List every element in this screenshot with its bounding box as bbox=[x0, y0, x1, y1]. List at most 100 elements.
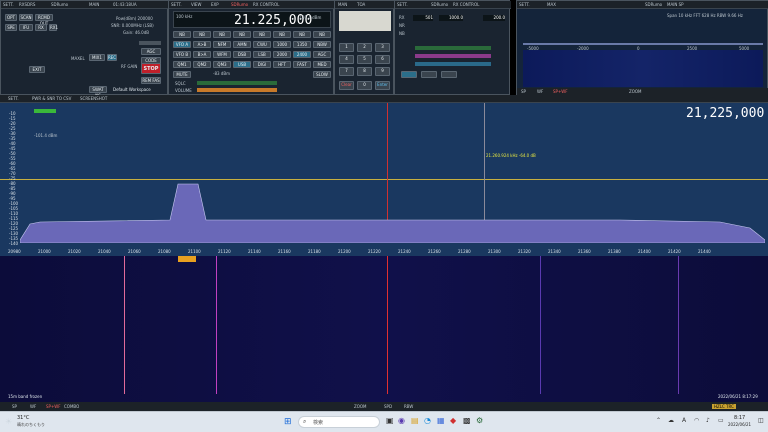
settings-app-icon[interactable]: ⚙ bbox=[476, 416, 483, 425]
nfm-button[interactable]: NFM bbox=[213, 41, 231, 48]
waterfall[interactable]: 15m band frozen 2022/06/21 8:17:29 bbox=[0, 256, 768, 402]
vfo-b-button[interactable]: VFO B bbox=[173, 51, 191, 58]
windows-start-icon[interactable]: ⊞ bbox=[284, 417, 292, 427]
cwu-button[interactable]: CWU bbox=[253, 41, 271, 48]
key-9[interactable]: 9 bbox=[375, 67, 390, 76]
nb-level-slider[interactable] bbox=[415, 54, 491, 58]
exit-button[interactable]: EXIT bbox=[29, 66, 45, 73]
keypad-tab-man[interactable]: MAN bbox=[338, 2, 347, 7]
nb-btn-8[interactable]: NB bbox=[313, 31, 331, 38]
qm1-button[interactable]: QM1 bbox=[173, 61, 191, 68]
qm2-button[interactable]: QM2 bbox=[193, 61, 211, 68]
rx-tab-rxsdrs[interactable]: RXSDRS bbox=[19, 2, 35, 7]
key-1[interactable]: 1 bbox=[339, 43, 354, 52]
hft-button[interactable]: HFT bbox=[273, 61, 291, 68]
mini-btn-wf[interactable]: WF bbox=[537, 89, 543, 94]
main-btn-spwf[interactable]: SP+WF bbox=[46, 404, 61, 409]
nb-btn-5[interactable]: NB bbox=[253, 31, 271, 38]
rx1-button[interactable]: RX1 bbox=[49, 24, 58, 31]
mcafee-icon[interactable]: ◆ bbox=[450, 416, 456, 425]
nb-btn-7[interactable]: NB bbox=[293, 31, 311, 38]
mini-tab-sdruno[interactable]: SDRumo bbox=[645, 2, 662, 7]
task-view-icon[interactable]: ▣ bbox=[386, 416, 394, 425]
rx-tab-main[interactable]: MAIN bbox=[89, 2, 99, 7]
ctl-tab-rx[interactable]: RX CONTROL bbox=[253, 2, 279, 7]
taskbar-search-box[interactable]: ⌕ 検索 bbox=[298, 416, 380, 428]
opt-button[interactable]: OPT bbox=[5, 14, 17, 21]
volume-slider[interactable] bbox=[197, 88, 277, 92]
scan-button[interactable]: SCAN bbox=[19, 14, 33, 21]
speaker-icon[interactable]: ♪ bbox=[706, 417, 710, 424]
key-enter[interactable]: Enter bbox=[375, 81, 390, 90]
rx-tab-sett[interactable]: SETT. bbox=[3, 2, 14, 7]
nb-btn-2[interactable]: NB bbox=[193, 31, 211, 38]
tray-chevron-icon[interactable]: ⌃ bbox=[656, 417, 661, 424]
fx-mode-button-1[interactable] bbox=[401, 71, 417, 78]
dsb-button[interactable]: DSB bbox=[233, 51, 251, 58]
notification-icon[interactable]: ◫ bbox=[758, 417, 764, 424]
ctl-tab-exp[interactable]: EXP bbox=[211, 2, 219, 7]
fx-tab-sett[interactable]: SETT. bbox=[397, 2, 408, 7]
amn-button[interactable]: AMN bbox=[233, 41, 251, 48]
spe-button[interactable]: SPE bbox=[5, 24, 17, 31]
nb-btn-4[interactable]: NB bbox=[233, 31, 251, 38]
main-frequency[interactable]: 21,225,000 bbox=[686, 106, 764, 121]
onedrive-icon[interactable]: ☁ bbox=[668, 417, 674, 424]
ifu-button[interactable]: IFU bbox=[19, 24, 33, 31]
vfo-a-button[interactable]: VFO A bbox=[173, 41, 191, 48]
swat-ns-button[interactable]: SWAT NS bbox=[89, 86, 107, 98]
main-tab-csv[interactable]: PWR & SNR TO CSV bbox=[32, 96, 71, 101]
rf-gain-slider[interactable] bbox=[139, 41, 161, 45]
chat-icon[interactable]: ◉ bbox=[398, 416, 405, 425]
store-icon[interactable]: ▦ bbox=[437, 416, 445, 425]
main-tab-sett[interactable]: SETT. bbox=[8, 96, 19, 101]
ctl-tab-view[interactable]: VIEW bbox=[191, 2, 201, 7]
rx-tab-sdruno[interactable]: SDRumo bbox=[51, 2, 68, 7]
mini-tab-mainsp[interactable]: MAIN SP bbox=[667, 2, 684, 7]
main-btn-combo[interactable]: COMBO bbox=[64, 404, 79, 409]
sdruno-app-icon[interactable]: ▩ bbox=[463, 416, 471, 425]
main-btn-rbw[interactable]: RBW bbox=[404, 404, 413, 409]
usb-button[interactable]: USB bbox=[233, 61, 251, 68]
rem-fas-button[interactable]: REM FAS bbox=[141, 77, 161, 84]
mini-btn-zoom[interactable]: ZOOM bbox=[629, 89, 642, 94]
mini-tab-sett[interactable]: SETT. bbox=[519, 2, 530, 7]
weather-temp[interactable]: 31°C bbox=[17, 415, 29, 421]
med-button[interactable]: MED bbox=[313, 61, 331, 68]
filter-1000-button[interactable]: 1000 bbox=[273, 41, 291, 48]
key-3[interactable]: 3 bbox=[375, 43, 390, 52]
main-btn-sp[interactable]: SP bbox=[12, 404, 17, 409]
mute-button[interactable]: MUTE bbox=[173, 71, 191, 78]
stop-button[interactable]: STOP bbox=[141, 63, 161, 74]
clock-time[interactable]: 8:17 bbox=[734, 415, 745, 421]
nr-level-slider[interactable] bbox=[415, 46, 491, 50]
b-to-a-button[interactable]: B>A bbox=[193, 51, 211, 58]
main-btn-zoom[interactable]: ZOOM bbox=[354, 404, 367, 409]
nb-btn-6[interactable]: NB bbox=[273, 31, 291, 38]
main-btn-spd[interactable]: SPD bbox=[384, 404, 392, 409]
fx-value-3[interactable]: 200.0 bbox=[483, 15, 505, 21]
fx-value-2[interactable]: 1000.0 bbox=[439, 15, 463, 21]
rcmd-out-button[interactable]: RCMD OUT bbox=[35, 14, 53, 26]
slow-button[interactable]: SLOW bbox=[313, 71, 331, 78]
agc-mode-button[interactable]: AGC bbox=[313, 51, 331, 58]
lsb-button[interactable]: LSB bbox=[253, 51, 271, 58]
battery-icon[interactable]: ▭ bbox=[718, 417, 724, 424]
filter-2400-button[interactable]: 2400 bbox=[293, 51, 311, 58]
weather-text[interactable]: 晴れのちくもり bbox=[17, 422, 45, 428]
mix1-button[interactable]: MIX1 bbox=[89, 54, 105, 61]
notch-level-slider[interactable] bbox=[415, 62, 491, 66]
ctl-tab-sdruno[interactable]: SDRumo bbox=[231, 2, 248, 7]
nb-btn-3[interactable]: NB bbox=[213, 31, 231, 38]
filter-1350-button[interactable]: 1350 bbox=[293, 41, 311, 48]
hzlc-button[interactable]: HZLC TRC bbox=[712, 404, 736, 409]
ime-icon[interactable]: A bbox=[682, 417, 686, 424]
squelch-slider[interactable] bbox=[197, 81, 277, 85]
digi-button[interactable]: DIGI bbox=[253, 61, 271, 68]
file-explorer-icon[interactable]: ▤ bbox=[411, 416, 419, 425]
key-clear[interactable]: Clear bbox=[339, 81, 354, 90]
main-tab-screenshot[interactable]: SCREENSHOT bbox=[80, 96, 107, 101]
key-0[interactable]: 0 bbox=[357, 81, 372, 90]
mini-btn-sp[interactable]: SP bbox=[521, 89, 526, 94]
fx-value-1[interactable]: 501 bbox=[413, 15, 433, 21]
